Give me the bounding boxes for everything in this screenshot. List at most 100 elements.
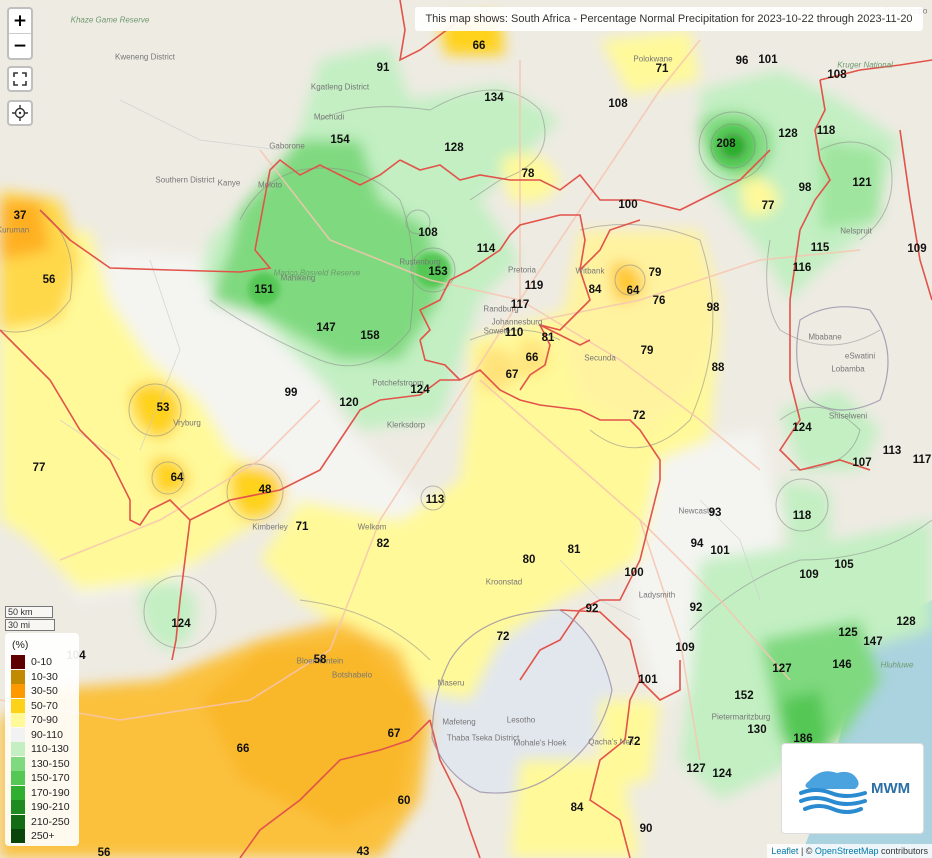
precip-value-label: 91 xyxy=(376,62,390,74)
leaflet-link[interactable]: Leaflet xyxy=(771,846,798,856)
crosshair-icon xyxy=(12,105,28,121)
precip-value-label: 58 xyxy=(313,654,327,666)
precip-value-label: 93 xyxy=(708,507,722,519)
precip-value-label: 124 xyxy=(712,768,732,780)
precip-value-label: 118 xyxy=(792,510,812,522)
legend-swatch xyxy=(11,756,25,771)
precip-value-label: 98 xyxy=(706,302,720,314)
precip-value-label: 79 xyxy=(640,345,654,357)
place-label: Lesotho xyxy=(506,715,536,725)
legend-label: 130-150 xyxy=(31,757,70,770)
zoom-out-button[interactable]: − xyxy=(9,33,31,58)
place-label: Pretoria xyxy=(507,265,537,275)
legend-item: 30-50 xyxy=(11,684,58,698)
precip-value-label: 117 xyxy=(510,299,530,311)
place-label: Mahikeng xyxy=(280,273,316,283)
scale-km: 50 km xyxy=(5,606,53,618)
place-label: eSwatini xyxy=(844,351,876,361)
precip-value-label: 96 xyxy=(735,55,749,67)
precip-value-label: 146 xyxy=(832,659,852,671)
precip-value-label: 60 xyxy=(397,795,411,807)
place-label: Thaba Tseka District xyxy=(446,733,520,743)
precip-value-label: 158 xyxy=(360,330,380,342)
precip-value-label: 114 xyxy=(476,243,496,255)
precip-value-label: 127 xyxy=(772,663,792,675)
precip-value-label: 72 xyxy=(496,631,510,643)
place-label: Botshabelo xyxy=(331,670,373,680)
place-label: Welkom xyxy=(357,522,387,532)
precip-value-label: 117 xyxy=(912,454,932,466)
fullscreen-button[interactable] xyxy=(7,66,33,92)
mwm-logo[interactable]: MWM xyxy=(781,743,924,834)
legend-item: 0-10 xyxy=(11,655,52,669)
place-label: Moloto xyxy=(257,180,283,190)
precip-value-label: 71 xyxy=(655,63,669,75)
precip-value-label: 78 xyxy=(521,168,535,180)
precip-value-label: 110 xyxy=(504,327,524,339)
map-canvas[interactable]: Khaze Game Reserve Kweneng District Kgatle… xyxy=(0,0,932,858)
precip-value-label: 101 xyxy=(710,545,730,557)
precip-value-label: 130 xyxy=(747,724,767,736)
legend-label: 150-170 xyxy=(31,772,70,784)
legend-swatch xyxy=(11,814,25,829)
attribution: Leaflet | © OpenStreetMap contributors xyxy=(767,844,932,858)
precip-value-label: 153 xyxy=(428,266,448,278)
place-label: Mbabane xyxy=(808,332,842,342)
place-label: Gaborone xyxy=(269,141,305,151)
precip-value-label: 64 xyxy=(170,472,184,484)
precip-value-label: 109 xyxy=(675,642,695,654)
precip-value-label: 124 xyxy=(171,618,191,630)
place-label: Maseru xyxy=(437,678,465,688)
legend-label: 250+ xyxy=(31,830,55,842)
precip-value-label: 108 xyxy=(608,98,628,110)
precip-value-label: 109 xyxy=(907,243,927,255)
map-title: This map shows: South Africa - Percentag… xyxy=(415,7,923,31)
place-label: Witbank xyxy=(575,266,605,276)
precip-value-label: 79 xyxy=(648,267,662,279)
legend: (%) 0-10 10-30 30-50 50-70 70-90 90-110 110-13… xyxy=(5,633,79,846)
legend-swatch xyxy=(11,829,25,843)
precip-value-label: 94 xyxy=(690,538,704,550)
legend-item: 130-150 xyxy=(11,756,70,771)
zoom-control: + − xyxy=(7,7,33,60)
precip-value-label: 105 xyxy=(834,559,854,571)
precip-value-label: 128 xyxy=(444,142,464,154)
fullscreen-icon xyxy=(13,72,27,86)
place-label: Vryburg xyxy=(173,418,201,428)
precip-value-label: 98 xyxy=(798,182,812,194)
precip-value-label: 128 xyxy=(896,616,916,628)
precip-value-label: 56 xyxy=(97,847,111,858)
locate-button[interactable] xyxy=(7,100,33,126)
legend-swatch xyxy=(11,785,25,800)
legend-label: 30-50 xyxy=(31,685,58,697)
legend-swatch xyxy=(11,669,25,684)
place-label: Shiselweni xyxy=(828,411,868,421)
precip-value-label: 147 xyxy=(316,322,336,334)
zoom-in-button[interactable]: + xyxy=(9,9,31,33)
legend-label: 190-210 xyxy=(31,801,70,813)
precip-value-label: 113 xyxy=(882,445,902,457)
place-label: Hluhluwe xyxy=(880,660,914,670)
osm-link[interactable]: OpenStreetMap xyxy=(815,846,879,856)
precip-value-label: 77 xyxy=(761,200,775,212)
legend-item: 110-130 xyxy=(11,742,69,756)
precip-value-label: 152 xyxy=(734,690,754,702)
precip-value-label: 92 xyxy=(585,603,599,615)
precip-value-label: 120 xyxy=(339,397,359,409)
legend-label: 110-130 xyxy=(31,743,69,755)
precip-value-label: 67 xyxy=(387,728,401,740)
legend-swatch xyxy=(11,771,25,785)
precip-value-label: 84 xyxy=(588,284,602,296)
legend-label: 170-190 xyxy=(31,786,70,799)
attribution-suffix: contributors xyxy=(878,846,928,856)
precip-value-label: 37 xyxy=(13,210,27,222)
precip-value-label: 71 xyxy=(295,521,309,533)
legend-label: 10-30 xyxy=(31,670,58,683)
legend-item: 70-90 xyxy=(11,713,58,727)
legend-swatch xyxy=(11,727,25,742)
legend-item: 90-110 xyxy=(11,727,63,742)
place-label: Klerksdorp xyxy=(386,420,426,430)
place-label: Southern District xyxy=(155,175,215,185)
place-label: Kroonstad xyxy=(485,577,523,587)
precip-value-label: 72 xyxy=(627,736,641,748)
